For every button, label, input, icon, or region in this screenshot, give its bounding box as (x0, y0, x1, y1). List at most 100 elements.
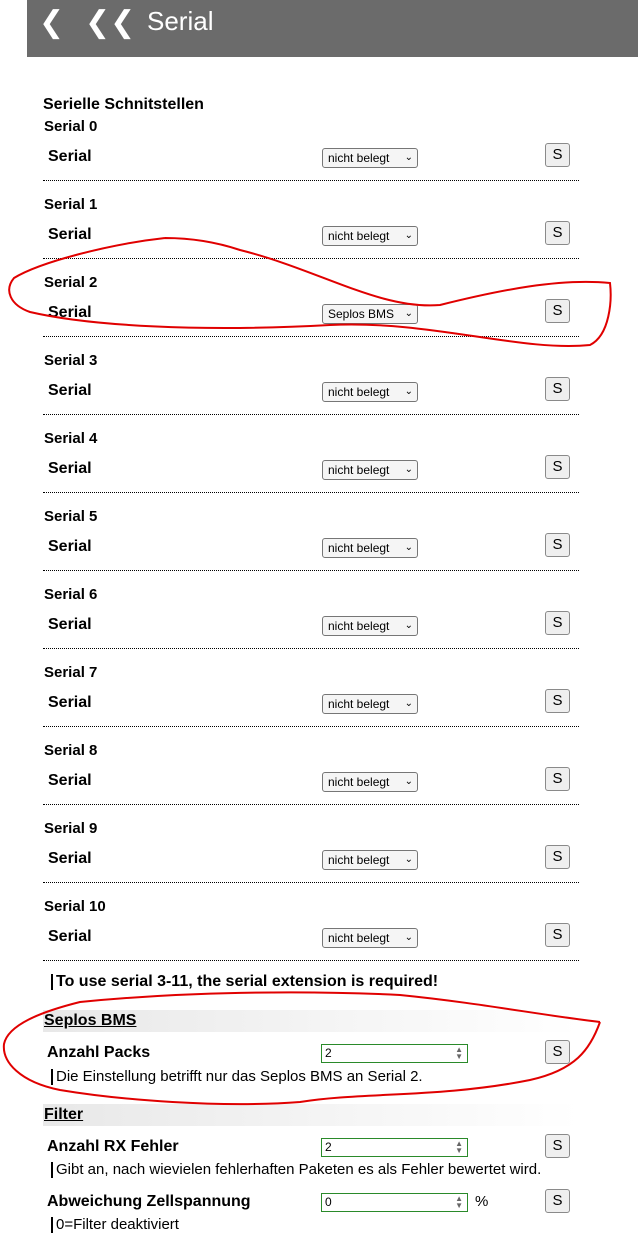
packs-help: Die Einstellung betrifft nur das Seplos … (51, 1069, 423, 1085)
chevron-down-icon: ⌄ (404, 542, 413, 553)
serial-type-select[interactable]: nicht belegt ⌄ (322, 382, 418, 402)
rx-errors-save-button[interactable]: S (545, 1134, 570, 1158)
filter-group-title: Filter (44, 1106, 84, 1123)
chevron-down-icon: ⌄ (404, 854, 413, 865)
packs-input[interactable]: 2 ▲ ▼ (321, 1044, 468, 1063)
serial-save-button[interactable]: S (545, 455, 570, 479)
serial-save-button[interactable]: S (545, 689, 570, 713)
filter-group-header: Filter (43, 1104, 579, 1126)
extension-note: To use serial 3-11, the serial extension… (51, 974, 438, 990)
section-title: Serielle Schnitstellen (43, 96, 204, 113)
serial-type-value: nicht belegt (328, 619, 390, 633)
serial-type-value: nicht belegt (328, 931, 390, 945)
row-divider (43, 648, 579, 649)
spinner-arrows-icon[interactable]: ▲ ▼ (455, 1046, 463, 1061)
chevron-down-icon: ⌄ (404, 386, 413, 397)
cell-deviation-input[interactable]: 0 ▲ ▼ (321, 1193, 468, 1212)
chevron-down-icon: ⌄ (404, 932, 413, 943)
chevron-down-icon: ⌄ (404, 620, 413, 631)
serial-label: Serial (48, 148, 92, 165)
annotation-circle-serial2 (8, 237, 612, 347)
serial-save-button[interactable]: S (545, 923, 570, 947)
serial-type-select[interactable]: nicht belegt ⌄ (322, 928, 418, 948)
serial-type-select[interactable]: nicht belegt ⌄ (322, 460, 418, 480)
cell-deviation-save-button[interactable]: S (545, 1189, 570, 1213)
chevron-down-icon: ⌄ (404, 776, 413, 787)
serial-label: Serial (48, 538, 92, 555)
serial-label: Serial (48, 460, 92, 477)
serial-heading: Serial 9 (44, 820, 98, 837)
row-divider (43, 726, 579, 727)
serial-type-select[interactable]: nicht belegt ⌄ (322, 850, 418, 870)
serial-save-button[interactable]: S (545, 299, 570, 323)
spinner-arrows-icon[interactable]: ▲ ▼ (455, 1195, 463, 1210)
serial-type-value: nicht belegt (328, 385, 390, 399)
serial-label: Serial (48, 850, 92, 867)
row-divider (43, 180, 579, 181)
chevron-down-icon: ⌄ (404, 464, 413, 475)
chevron-down-icon: ⌄ (404, 308, 413, 319)
packs-save-button[interactable]: S (545, 1040, 570, 1064)
serial-label: Serial (48, 928, 92, 945)
serial-heading: Serial 3 (44, 352, 98, 369)
chevron-down-icon: ⌄ (404, 152, 413, 163)
serial-label: Serial (48, 694, 92, 711)
serial-save-button[interactable]: S (545, 143, 570, 167)
serial-type-value: nicht belegt (328, 151, 390, 165)
serial-type-select[interactable]: nicht belegt ⌄ (322, 148, 418, 168)
rx-errors-label: Anzahl RX Fehler (47, 1138, 179, 1155)
spinner-arrows-icon[interactable]: ▲ ▼ (455, 1140, 463, 1155)
rx-errors-help: Gibt an, nach wievielen fehlerhaften Pak… (51, 1162, 541, 1178)
serial-type-select[interactable]: nicht belegt ⌄ (322, 694, 418, 714)
cell-deviation-value: 0 (325, 1195, 332, 1209)
serial-heading: Serial 0 (44, 118, 98, 135)
serial-label: Serial (48, 304, 92, 321)
serial-type-value: nicht belegt (328, 229, 390, 243)
serial-type-value: nicht belegt (328, 697, 390, 711)
serial-save-button[interactable]: S (545, 845, 570, 869)
row-divider (43, 258, 579, 259)
serial-type-select[interactable]: Seplos BMS ⌄ (322, 304, 418, 324)
rx-errors-input[interactable]: 2 ▲ ▼ (321, 1138, 468, 1157)
cell-deviation-label: Abweichung Zellspannung (47, 1193, 251, 1210)
row-divider (43, 414, 579, 415)
page-title: Serial (147, 6, 214, 36)
serial-type-select[interactable]: nicht belegt ⌄ (322, 226, 418, 246)
serial-save-button[interactable]: S (545, 611, 570, 635)
row-divider (43, 492, 579, 493)
cell-deviation-unit: % (475, 1193, 489, 1210)
seplos-group-title: Seplos BMS (44, 1012, 137, 1029)
rx-errors-value: 2 (325, 1140, 332, 1154)
packs-label: Anzahl Packs (47, 1044, 151, 1061)
chevron-down-icon: ⌄ (404, 230, 413, 241)
serial-label: Serial (48, 226, 92, 243)
serial-heading: Serial 4 (44, 430, 98, 447)
serial-type-value: Seplos BMS (328, 307, 395, 321)
serial-type-select[interactable]: nicht belegt ⌄ (322, 772, 418, 792)
back-home-button[interactable]: ❮❮ (85, 8, 135, 38)
serial-type-value: nicht belegt (328, 541, 390, 555)
cell-deviation-help: 0=Filter deaktiviert (51, 1217, 179, 1233)
annotation-overlay (2, 237, 612, 1106)
serial-heading: Serial 1 (44, 196, 98, 213)
row-divider (43, 804, 579, 805)
serial-type-select[interactable]: nicht belegt ⌄ (322, 616, 418, 636)
serial-heading: Serial 7 (44, 664, 98, 681)
serial-save-button[interactable]: S (545, 377, 570, 401)
serial-save-button[interactable]: S (545, 533, 570, 557)
row-divider (43, 960, 579, 961)
row-divider (43, 336, 579, 337)
serial-save-button[interactable]: S (545, 221, 570, 245)
packs-value: 2 (325, 1046, 332, 1060)
row-divider (43, 882, 579, 883)
serial-type-value: nicht belegt (328, 853, 390, 867)
serial-type-value: nicht belegt (328, 463, 390, 477)
app-header: ❮ ❮❮ Serial (27, 0, 638, 57)
serial-save-button[interactable]: S (545, 767, 570, 791)
serial-label: Serial (48, 616, 92, 633)
serial-type-select[interactable]: nicht belegt ⌄ (322, 538, 418, 558)
serial-heading: Serial 5 (44, 508, 98, 525)
serial-heading: Serial 2 (44, 274, 98, 291)
back-button[interactable]: ❮ (39, 8, 64, 38)
serial-label: Serial (48, 772, 92, 789)
